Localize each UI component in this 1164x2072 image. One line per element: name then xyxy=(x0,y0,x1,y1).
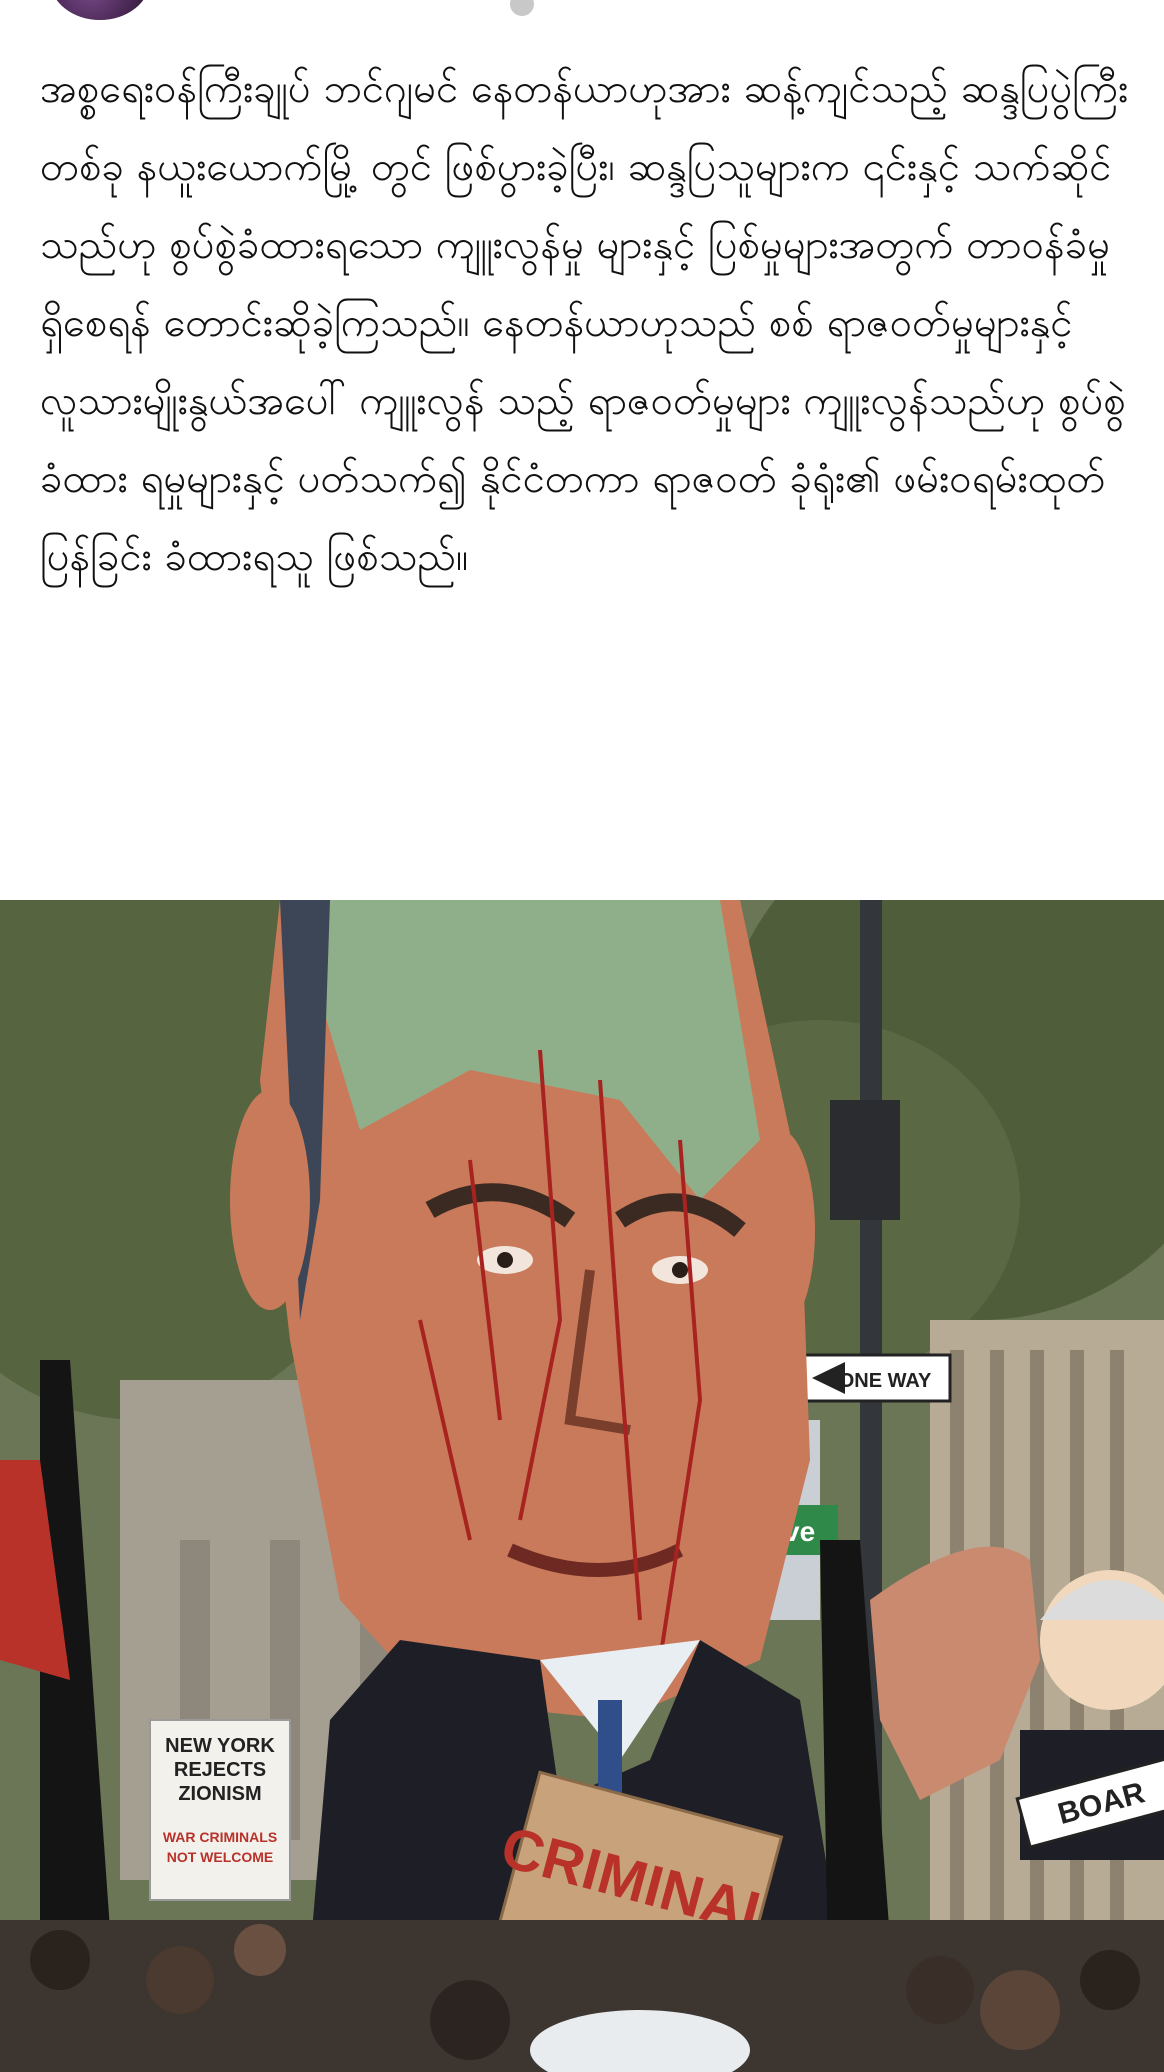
avatar[interactable] xyxy=(50,0,150,20)
one-way-sign-text: ONE WAY xyxy=(839,1370,932,1392)
protest-sign-line5: NOT WELCOME xyxy=(167,1849,274,1865)
verified-badge-icon xyxy=(510,0,534,16)
protest-sign-line4: WAR CRIMINALS xyxy=(163,1829,277,1845)
protest-sign: NEW YORK REJECTS ZIONISM WAR CRIMINALS N… xyxy=(149,1719,291,1901)
protest-sign-line3: ZIONISM xyxy=(178,1783,261,1805)
protest-sign-line1: NEW YORK xyxy=(165,1735,275,1757)
post-text: အစ္စရေးဝန်ကြီးချုပ် ဘင်ဂျမင် နေတန်ယာဟုအာ… xyxy=(40,66,1129,580)
post-view: အစ္စရေးဝန်ကြီးချုပ် ဘင်ဂျမင် နေတန်ယာဟုအာ… xyxy=(0,0,1164,2072)
protest-sign-line2: REJECTS xyxy=(174,1759,266,1781)
post-photo[interactable]: ONE WAY Ave xyxy=(0,900,1164,2072)
crowd xyxy=(0,1920,1164,2072)
post-header xyxy=(0,0,1164,24)
